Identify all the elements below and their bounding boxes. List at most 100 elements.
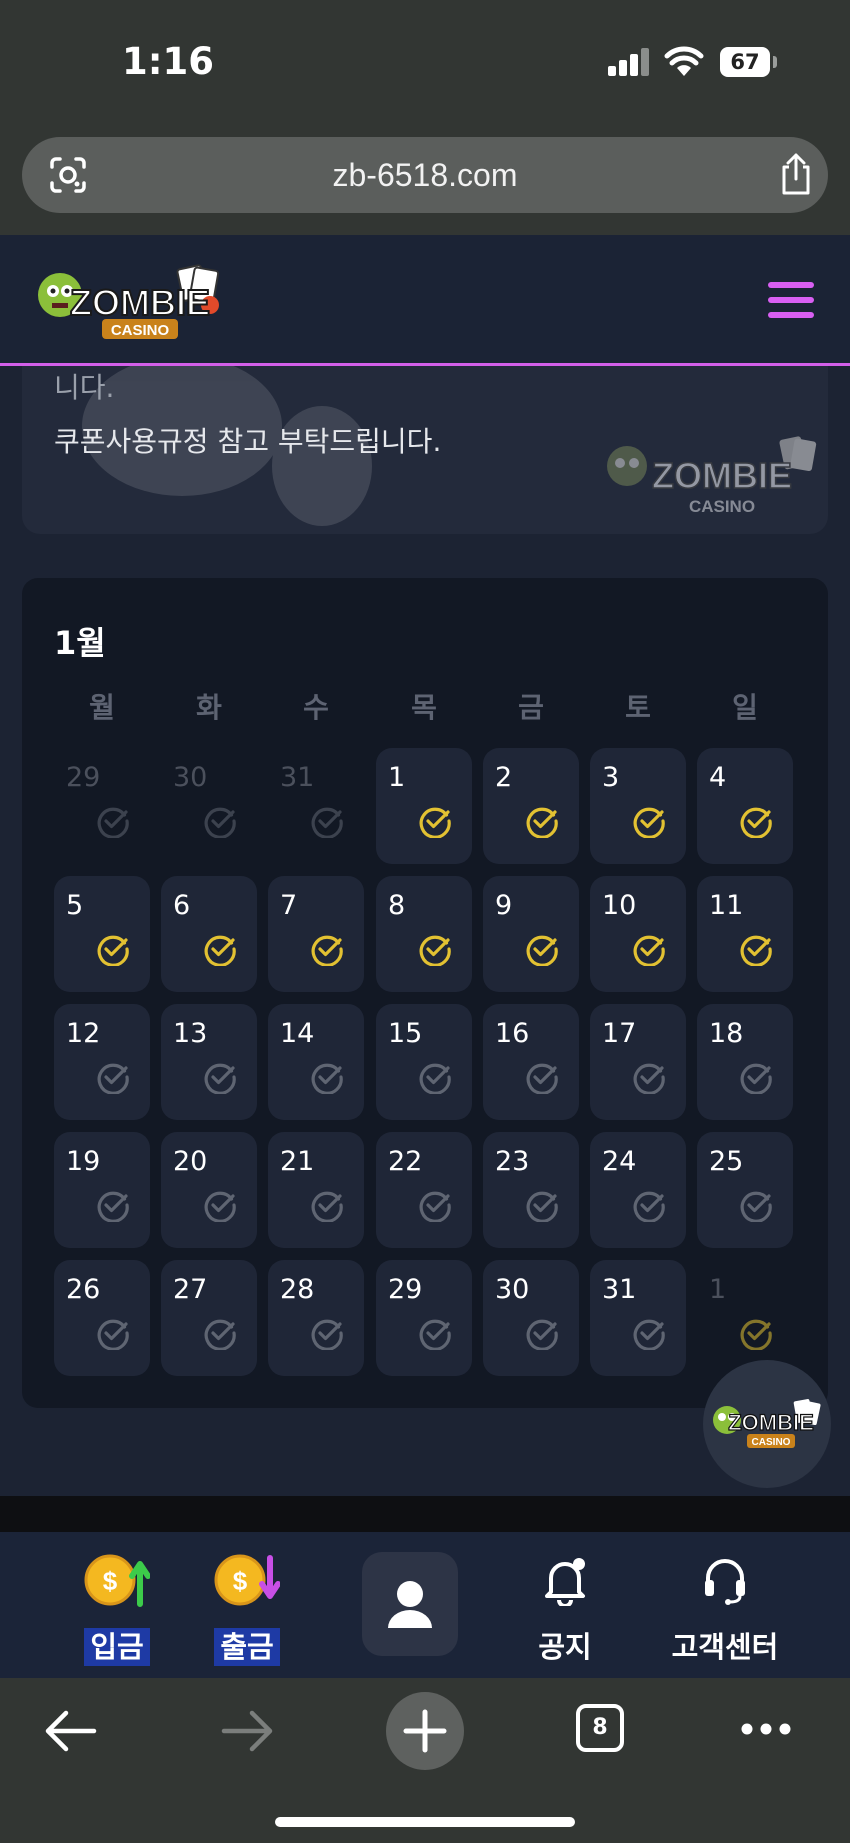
svg-text:$: $ — [233, 1566, 248, 1596]
check-circle-icon — [204, 935, 236, 966]
svg-text:$: $ — [103, 1566, 118, 1596]
calendar-day[interactable]: 13 — [161, 1004, 257, 1120]
check-circle-icon — [204, 1191, 236, 1222]
attendance-calendar: 1월 월화수목금토일 29 30 31 1 2 3 4 5 6 7 8 9 10 11 12 13 14 15 16… — [22, 578, 828, 1408]
address-bar[interactable]: zb-6518.com — [22, 137, 828, 213]
calendar-day[interactable]: 27 — [161, 1260, 257, 1376]
calendar-day-number: 18 — [709, 1018, 744, 1049]
check-circle-icon — [633, 807, 665, 838]
calendar-day-number: 22 — [388, 1146, 423, 1177]
check-circle-icon — [311, 935, 343, 966]
calendar-day[interactable]: 12 — [54, 1004, 150, 1120]
check-circle-icon — [97, 1319, 129, 1350]
calendar-day[interactable]: 1 — [697, 1260, 793, 1376]
profile-button[interactable] — [362, 1552, 458, 1656]
calendar-day[interactable]: 7 — [268, 876, 364, 992]
zombie-casino-logo: ZOMBIE CASINO — [713, 1399, 821, 1448]
share-icon[interactable] — [778, 153, 814, 195]
calendar-day[interactable]: 29 — [54, 748, 150, 864]
bottom-nav: $ 입금 $ 출금 공지 고객센터 — [0, 1532, 850, 1678]
calendar-day-number: 4 — [709, 762, 727, 793]
check-circle-icon — [419, 1191, 451, 1222]
calendar-day-number: 2 — [495, 762, 513, 793]
calendar-day-number: 21 — [280, 1146, 315, 1177]
svg-text:ZOMBIE: ZOMBIE — [652, 455, 792, 496]
calendar-day[interactable]: 14 — [268, 1004, 364, 1120]
back-arrow-icon[interactable] — [42, 1708, 98, 1754]
battery-level: 67 — [720, 47, 770, 77]
calendar-day[interactable]: 16 — [483, 1004, 579, 1120]
check-circle-icon — [419, 935, 451, 966]
nav-support-label: 고객센터 — [671, 1630, 779, 1664]
calendar-day[interactable]: 15 — [376, 1004, 472, 1120]
calendar-day[interactable]: 1 — [376, 748, 472, 864]
calendar-day-number: 24 — [602, 1146, 637, 1177]
hamburger-icon[interactable] — [768, 282, 814, 318]
calendar-day-number: 1 — [388, 762, 406, 793]
calendar-day[interactable]: 18 — [697, 1004, 793, 1120]
svg-text:CASINO: CASINO — [752, 1437, 791, 1448]
calendar-day-number: 14 — [280, 1018, 315, 1049]
check-circle-icon — [311, 807, 343, 838]
calendar-day[interactable]: 30 — [483, 1260, 579, 1376]
check-circle-icon — [633, 935, 665, 966]
calendar-day-number: 27 — [173, 1274, 208, 1305]
calendar-day-number: 15 — [388, 1018, 423, 1049]
calendar-day[interactable]: 31 — [590, 1260, 686, 1376]
calendar-day[interactable]: 11 — [697, 876, 793, 992]
calendar-day[interactable]: 25 — [697, 1132, 793, 1248]
check-circle-icon — [97, 935, 129, 966]
calendar-day[interactable]: 21 — [268, 1132, 364, 1248]
check-circle-icon — [97, 1191, 129, 1222]
weekday-label: 금 — [518, 691, 544, 724]
calendar-day[interactable]: 3 — [590, 748, 686, 864]
weekday-label: 화 — [196, 691, 222, 724]
check-circle-icon — [633, 1319, 665, 1350]
calendar-day[interactable]: 23 — [483, 1132, 579, 1248]
zombie-casino-logo[interactable]: ZOMBIE CASINO — [30, 255, 250, 345]
nav-deposit-label: 입금 — [42, 1624, 192, 1666]
check-circle-icon — [526, 1063, 558, 1094]
check-circle-icon — [204, 807, 236, 838]
check-circle-icon — [740, 807, 772, 838]
browser-url-area: zb-6518.com — [0, 125, 850, 235]
check-circle-icon — [311, 1191, 343, 1222]
calendar-day[interactable]: 10 — [590, 876, 686, 992]
notice-text-line: 쿠폰사용규정 참고 부탁드립니다. — [54, 425, 442, 458]
calendar-day[interactable]: 5 — [54, 876, 150, 992]
notice-text-line: 니다. — [54, 371, 115, 404]
calendar-day[interactable]: 24 — [590, 1132, 686, 1248]
calendar-day[interactable]: 2 — [483, 748, 579, 864]
notice-card: 니다. 쿠폰사용규정 참고 부탁드립니다. ZOMBIE CASINO — [22, 366, 828, 534]
calendar-day[interactable]: 31 — [268, 748, 364, 864]
calendar-day[interactable]: 28 — [268, 1260, 364, 1376]
calendar-day-number: 31 — [280, 762, 315, 793]
calendar-day-number: 30 — [173, 762, 208, 793]
site-header: ZOMBIE CASINO — [0, 235, 850, 366]
calendar-day-number: 9 — [495, 890, 513, 921]
calendar-day-number: 12 — [66, 1018, 101, 1049]
check-circle-icon — [526, 935, 558, 966]
calendar-day[interactable]: 20 — [161, 1132, 257, 1248]
check-circle-icon — [633, 1063, 665, 1094]
calendar-day[interactable]: 22 — [376, 1132, 472, 1248]
calendar-day[interactable]: 26 — [54, 1260, 150, 1376]
calendar-day[interactable]: 9 — [483, 876, 579, 992]
url-text[interactable]: zb-6518.com — [22, 157, 828, 194]
floating-logo-button[interactable]: ZOMBIE CASINO — [703, 1360, 831, 1488]
forward-arrow-icon[interactable] — [220, 1708, 276, 1754]
cellular-signal-icon — [608, 48, 652, 76]
calendar-day[interactable]: 4 — [697, 748, 793, 864]
calendar-day[interactable]: 17 — [590, 1004, 686, 1120]
calendar-day[interactable]: 6 — [161, 876, 257, 992]
tabs-icon[interactable]: 8 — [576, 1704, 624, 1752]
calendar-day[interactable]: 29 — [376, 1260, 472, 1376]
calendar-day-number: 3 — [602, 762, 620, 793]
calendar-day[interactable]: 30 — [161, 748, 257, 864]
calendar-day[interactable]: 19 — [54, 1132, 150, 1248]
calendar-day-number: 28 — [280, 1274, 315, 1305]
calendar-day[interactable]: 8 — [376, 876, 472, 992]
check-circle-icon — [526, 1191, 558, 1222]
plus-icon[interactable] — [386, 1692, 464, 1770]
more-icon[interactable] — [740, 1722, 792, 1736]
